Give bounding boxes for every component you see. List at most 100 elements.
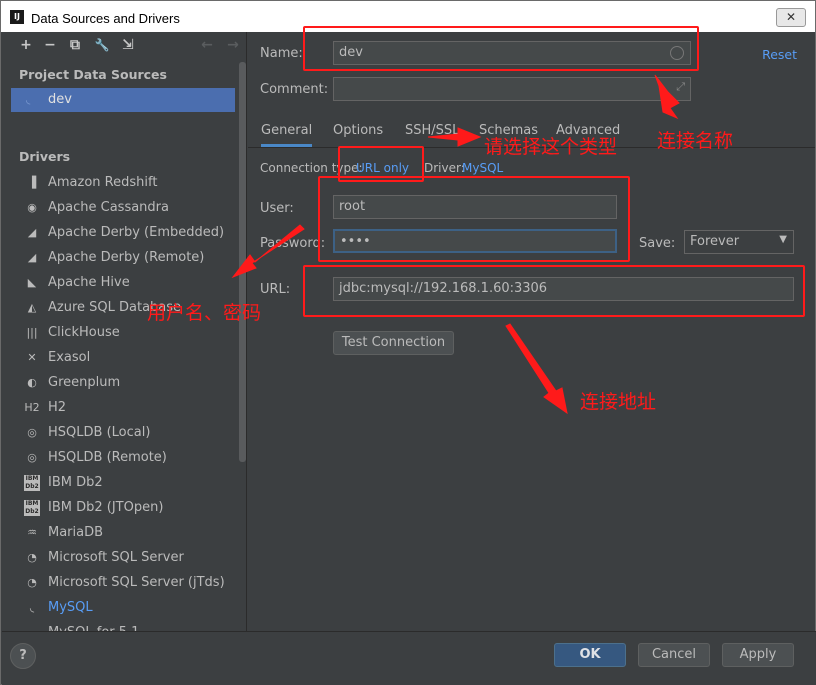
url-label: URL: — [260, 282, 291, 297]
close-button[interactable]: ✕ — [776, 8, 806, 27]
help-icon[interactable]: ? — [10, 643, 36, 669]
driver-item[interactable]: ◢ Apache Derby (Embedded) — [2, 221, 238, 246]
annotation-box-url — [303, 265, 805, 317]
back-arrow-icon[interactable]: ← — [198, 36, 216, 54]
tab-general[interactable]: General — [261, 123, 313, 147]
driver-label: Microsoft SQL Server — [48, 550, 184, 565]
driver-label: MySQL — [48, 600, 93, 615]
driver-item[interactable]: ◟MySQL for 5.1 — [2, 621, 238, 631]
mssql-icon: ◔ — [27, 551, 37, 564]
derby-icon: ◢ — [27, 251, 37, 264]
driver-label: Amazon Redshift — [48, 175, 158, 190]
comment-input[interactable]: ⤢ — [333, 77, 691, 101]
driver-item[interactable]: IBM Db2 IBM Db2 (JTOpen) — [2, 496, 238, 521]
driver-item[interactable]: IBM Db2 IBM Db2 — [2, 471, 238, 496]
azure-icon: ◭ — [27, 301, 37, 314]
driver-label: ClickHouse — [48, 325, 120, 340]
driver-item[interactable]: ◢ Apache Derby (Remote) — [2, 246, 238, 271]
cancel-button[interactable]: Cancel — [638, 643, 710, 667]
driver-item[interactable]: ✕ Exasol — [2, 346, 238, 371]
drivers-list: ▐ Amazon Redshift ◉ Apache Cassandra ◢ Apache… — [2, 171, 238, 631]
driver-link[interactable]: MySQL — [462, 161, 503, 175]
annotation-type-label: 请选择这个类型 — [484, 136, 618, 158]
toolbar: + − ⧉ 🔧 ⇲ ← → — [2, 32, 247, 58]
driver-item[interactable]: ◔ Microsoft SQL Server — [2, 546, 238, 571]
driver-item[interactable]: ◣ Apache Hive — [2, 271, 238, 296]
driver-item[interactable]: H2 H2 — [2, 396, 238, 421]
data-source-item-dev[interactable]: ◟ dev — [11, 88, 235, 112]
ok-button[interactable]: OK — [554, 643, 626, 667]
import-icon[interactable]: ⇲ — [119, 36, 137, 54]
tab-ssh-ssl[interactable]: SSH/SSL — [405, 123, 459, 138]
driver-label: IBM Db2 — [48, 475, 103, 490]
annotation-box-credentials — [318, 176, 630, 262]
tab-options[interactable]: Options — [333, 123, 383, 138]
hsqldb-icon: ◎ — [27, 426, 37, 439]
driver-label: IBM Db2 (JTOpen) — [48, 500, 164, 515]
driver-item[interactable]: ◉ Apache Cassandra — [2, 196, 238, 221]
annotation-address-label: 连接地址 — [580, 391, 657, 413]
driver-label: HSQLDB (Local) — [48, 425, 151, 440]
driver-label: MariaDB — [48, 525, 104, 540]
remove-icon[interactable]: − — [41, 36, 59, 54]
mysql-icon: ◟ — [29, 601, 35, 614]
save-label: Save: — [639, 236, 676, 251]
annotation-name-label: 连接名称 — [657, 130, 734, 152]
greenplum-icon: ◐ — [27, 376, 37, 389]
left-panel: + − ⧉ 🔧 ⇲ ← → Project Data Sources ◟ dev… — [2, 32, 247, 631]
copy-icon[interactable]: ⧉ — [66, 36, 84, 54]
hsqldb-icon: ◎ — [27, 451, 37, 464]
test-connection-button[interactable]: Test Connection — [333, 331, 454, 355]
annotation-box-name — [303, 26, 699, 71]
dialog-window: IJ Data Sources and Drivers ✕ + − ⧉ 🔧 ⇲ … — [0, 0, 816, 685]
driver-item[interactable]: ▐ Amazon Redshift — [2, 171, 238, 196]
expand-icon[interactable]: ⤢ — [676, 80, 685, 94]
save-value: Forever — [690, 234, 740, 249]
drivers-heading: Drivers — [19, 149, 71, 164]
intellij-app-icon: IJ — [10, 10, 24, 24]
right-panel: Name: dev Reset Comment: ⤢ General Optio… — [248, 32, 815, 631]
hive-icon: ◣ — [27, 276, 37, 289]
driver-item[interactable]: ◎ HSQLDB (Remote) — [2, 446, 238, 471]
db2-icon: IBM Db2 — [24, 475, 40, 491]
comment-label: Comment: — [260, 82, 329, 97]
derby-icon: ◢ — [27, 226, 37, 239]
clickhouse-icon: ||| — [26, 326, 38, 339]
annotation-credentials-label: 用户名、密码 — [147, 302, 262, 324]
window-title: Data Sources and Drivers — [31, 11, 180, 26]
driver-item[interactable]: ◔ Microsoft SQL Server (jTds) — [2, 571, 238, 596]
driver-label: Driver: — [424, 161, 465, 175]
apply-button[interactable]: Apply — [722, 643, 794, 667]
mysql-icon: ◟ — [26, 93, 31, 106]
driver-label: Apache Derby (Remote) — [48, 250, 205, 265]
driver-label: H2 — [48, 400, 67, 415]
save-select[interactable]: Forever ▼ — [684, 230, 794, 254]
driver-item[interactable]: ◐ Greenplum — [2, 371, 238, 396]
reset-link[interactable]: Reset — [762, 47, 797, 62]
h2-icon: H2 — [24, 401, 40, 414]
name-label: Name: — [260, 46, 303, 61]
forward-arrow-icon[interactable]: → — [224, 36, 242, 54]
dialog-footer: ? OK Cancel Apply — [2, 631, 816, 685]
chevron-down-icon: ▼ — [779, 234, 787, 245]
password-label: Password: — [260, 236, 326, 251]
driver-item[interactable]: ◟ MySQL — [2, 596, 238, 621]
driver-label: Apache Hive — [48, 275, 130, 290]
db2-icon: IBM Db2 — [24, 500, 40, 516]
redshift-icon: ▐ — [27, 176, 37, 189]
cassandra-icon: ◉ — [27, 201, 37, 214]
mariadb-icon: ♒ — [27, 526, 37, 539]
wrench-icon[interactable]: 🔧 — [93, 36, 111, 54]
add-icon[interactable]: + — [17, 36, 35, 54]
user-label: User: — [260, 201, 294, 216]
scrollbar[interactable] — [239, 62, 246, 462]
driver-item[interactable]: ◎ HSQLDB (Local) — [2, 421, 238, 446]
mssql-icon: ◔ — [27, 576, 37, 589]
exasol-icon: ✕ — [27, 351, 37, 364]
project-data-sources-heading: Project Data Sources — [19, 67, 167, 82]
driver-item[interactable]: ♒ MariaDB — [2, 521, 238, 546]
driver-label: Microsoft SQL Server (jTds) — [48, 575, 225, 590]
driver-label: Greenplum — [48, 375, 121, 390]
driver-label: Exasol — [48, 350, 91, 365]
driver-label: HSQLDB (Remote) — [48, 450, 167, 465]
